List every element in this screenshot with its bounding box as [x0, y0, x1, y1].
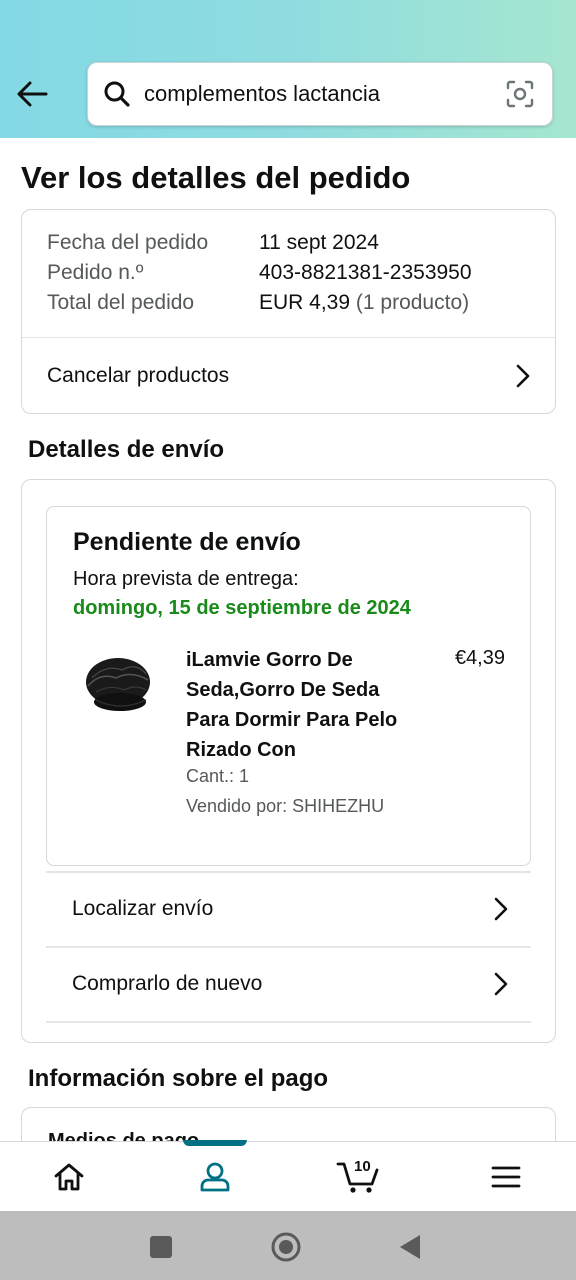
chevron-right-icon: [511, 364, 535, 388]
order-total-label: Total del pedido: [47, 291, 195, 314]
nav-menu[interactable]: [466, 1142, 546, 1212]
order-total-value: EUR 4,39: [259, 291, 351, 314]
shipping-section-title: Detalles de envío: [28, 436, 225, 463]
order-number-row: Pedido n.º 403-8821381-2353950: [47, 261, 472, 285]
eta-date: domingo, 15 de septiembre de 2024: [73, 597, 411, 619]
product-price: €4,39: [454, 647, 505, 669]
cancel-products-button[interactable]: Cancelar productos: [22, 338, 555, 414]
order-date-value: 11 sept 2024: [259, 231, 379, 254]
search-header: complementos lactancia: [0, 0, 576, 138]
home-icon: [54, 1163, 84, 1191]
arrow-left-icon: [17, 81, 48, 107]
product-image[interactable]: [80, 650, 154, 724]
shipment-status: Pendiente de envío: [73, 528, 301, 556]
product-quantity: Cant.: 1: [186, 766, 250, 786]
payment-method-label: Medios de pago: [48, 1130, 200, 1141]
payment-card: Medios de pago: [21, 1107, 556, 1141]
recents-square-icon[interactable]: [141, 1227, 181, 1267]
menu-icon: [491, 1166, 521, 1188]
camera-lens-icon[interactable]: [504, 78, 536, 110]
nav-account[interactable]: [175, 1142, 255, 1212]
page-title: Ver los detalles del pedido: [21, 160, 411, 195]
order-number-label: Pedido n.º: [47, 261, 144, 284]
search-bar[interactable]: complementos lactancia: [87, 62, 553, 126]
back-button[interactable]: [14, 76, 50, 112]
order-total-count: (1 producto): [355, 291, 470, 314]
divider: [46, 1021, 531, 1023]
search-icon: [102, 79, 132, 109]
order-details-screen: complementos lactancia Ver los detalles …: [0, 0, 576, 1280]
nav-cart[interactable]: [318, 1142, 398, 1212]
track-shipment-label: Localizar envío: [72, 897, 214, 920]
order-date-label: Fecha del pedido: [47, 231, 209, 254]
eta-label: Hora prevista de entrega:: [73, 568, 299, 590]
chevron-right-icon: [489, 972, 513, 996]
system-navigation-bar: [0, 1211, 576, 1280]
order-total-row: Total del pedido EUR 4,39 (1 producto): [47, 291, 469, 315]
track-shipment-button[interactable]: Localizar envío: [46, 873, 531, 945]
order-number-value: 403-8821381-2353950: [259, 261, 472, 284]
order-summary-card: Fecha del pedido 11 sept 2024 Pedido n.º 4…: [21, 209, 556, 414]
user-icon: [200, 1162, 230, 1192]
bottom-navigation: 10: [0, 1140, 576, 1212]
shipment-box: Pendiente de envío Hora prevista de entr…: [46, 506, 531, 866]
product-title[interactable]: iLamvie Gorro De Seda,Gorro De Seda Para…: [186, 645, 416, 765]
chevron-right-icon: [489, 897, 513, 921]
cancel-products-label: Cancelar productos: [47, 364, 230, 387]
payment-section-title: Información sobre el pago: [28, 1065, 329, 1092]
scroll-content[interactable]: Ver los detalles del pedido Fecha del pe…: [0, 138, 576, 1141]
buy-again-label: Comprarlo de nuevo: [72, 972, 263, 995]
order-date-row: Fecha del pedido 11 sept 2024: [47, 231, 379, 255]
buy-again-button[interactable]: Comprarlo de nuevo: [46, 948, 531, 1020]
shipping-card: Pendiente de envío Hora prevista de entr…: [21, 479, 556, 1043]
product-seller: Vendido por: SHIHEZHU: [186, 796, 385, 816]
search-input[interactable]: complementos lactancia: [144, 81, 504, 107]
cart-count-badge: 10: [354, 1158, 371, 1175]
back-triangle-icon[interactable]: [390, 1227, 430, 1267]
nav-home[interactable]: [29, 1142, 109, 1212]
home-circle-icon[interactable]: [266, 1227, 306, 1267]
